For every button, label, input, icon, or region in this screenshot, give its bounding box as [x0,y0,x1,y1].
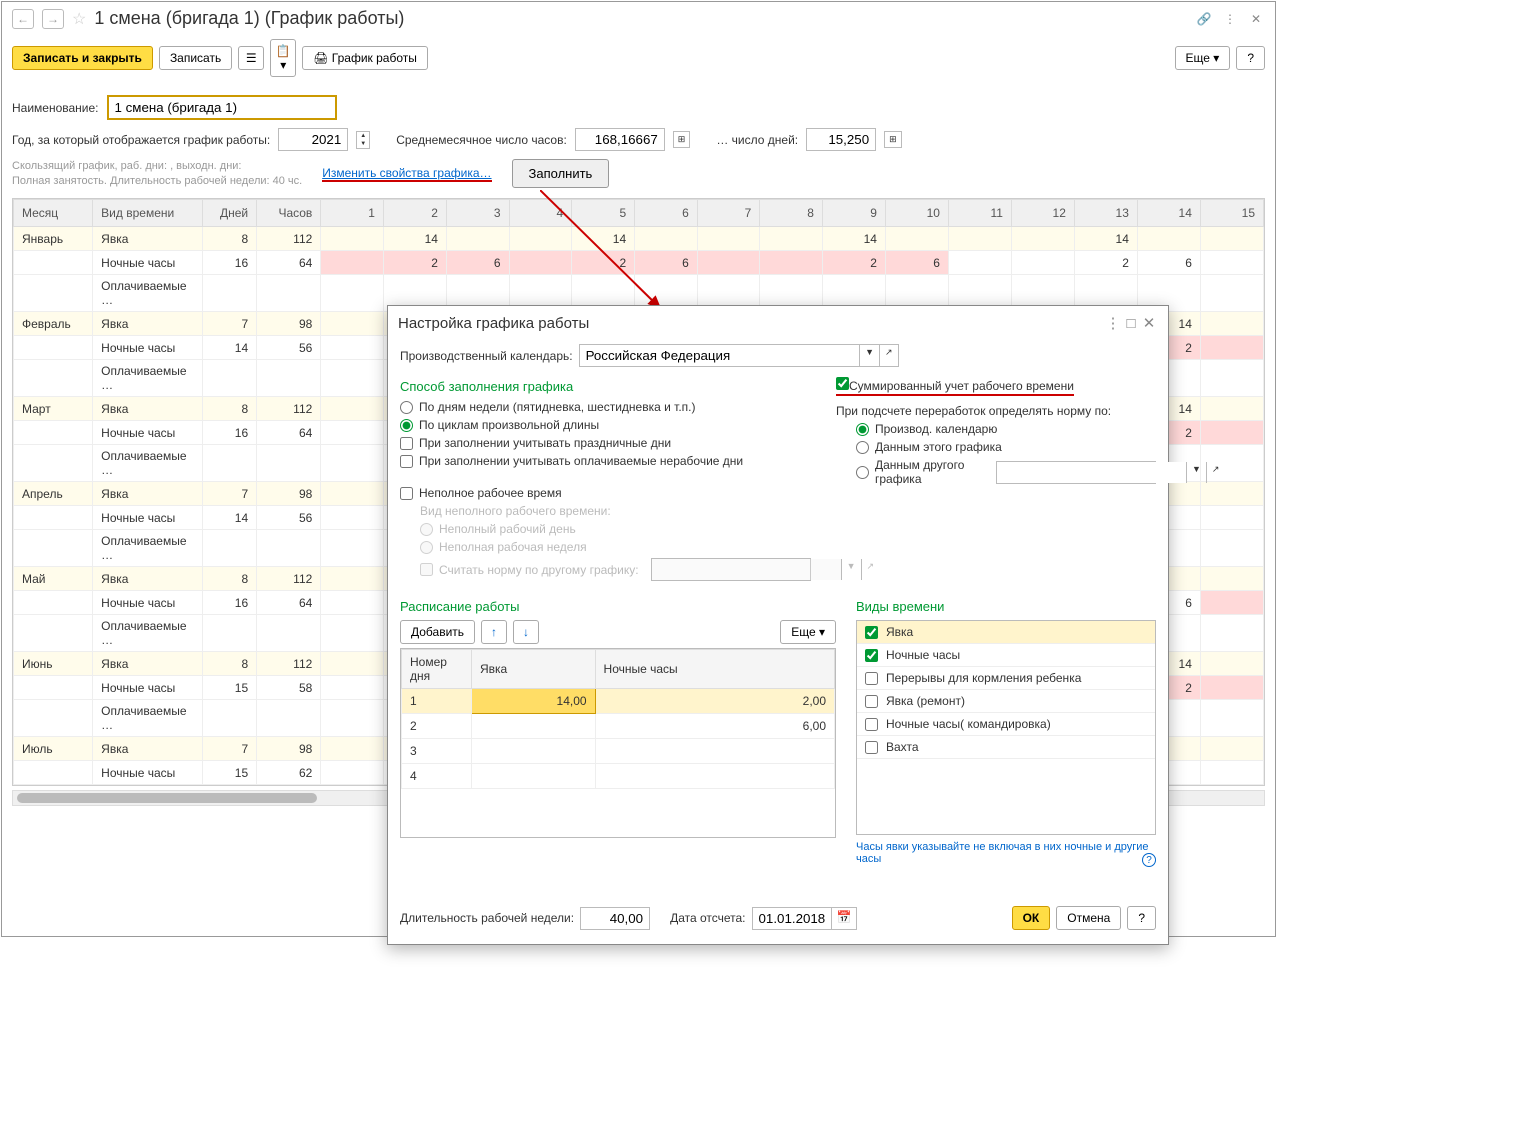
down-button[interactable]: ↓ [513,620,539,644]
save-button[interactable]: Записать [159,46,232,70]
parttime-kind-label: Вид неполного рабочего времени: [420,504,816,518]
add-button[interactable]: Добавить [400,620,475,644]
radio-other-sched[interactable] [856,466,869,479]
types-section-title: Виды времени [856,599,1156,614]
help-button[interactable]: ? [1236,46,1265,70]
radio-prod-cal[interactable] [856,423,869,436]
year-input[interactable] [278,128,348,151]
forward-button[interactable]: → [42,9,64,29]
close-icon[interactable]: ✕ [1247,10,1265,28]
dialog-help-button[interactable]: ? [1127,906,1156,930]
calc-icon[interactable]: ⊞ [673,131,691,148]
settings-dialog: Настройка графика работы ⋮ □ ✕ Производс… [387,305,1169,945]
hint-text: Часы явки указывайте не включая в них но… [856,841,1156,865]
check-paid-nonwork[interactable] [400,455,413,468]
dialog-max-icon[interactable]: □ [1122,314,1140,332]
name-label: Наименование: [12,101,99,115]
calendar-icon[interactable]: 📅 [831,908,857,929]
avg-days-input[interactable] [806,128,876,151]
titlebar: ← → ☆ 1 смена (бригада 1) (График работы… [2,2,1275,35]
ok-button[interactable]: ОК [1012,906,1051,930]
avg-days-label: … число дней: [716,133,798,147]
fill-button[interactable]: Заполнить [512,159,610,188]
more-button[interactable]: Еще ▾ [1175,46,1231,70]
calendar-select[interactable]: ▼ ↗ [579,344,899,367]
open-icon[interactable]: ↗ [879,345,898,366]
copy-icon[interactable]: 📋▾ [270,39,296,77]
week-len-input[interactable] [580,907,650,930]
save-close-button[interactable]: Записать и закрыть [12,46,153,70]
check-other-norm [420,563,433,576]
time-type-row[interactable]: Явка [857,621,1155,644]
menu-icon[interactable]: ⋮ [1221,10,1239,28]
list-icon[interactable]: ☰ [238,46,264,70]
norm-label: При подсчете переработок определять норм… [836,404,1156,418]
week-len-label: Длительность рабочей недели: [400,911,574,925]
radio-partweek [420,541,433,554]
start-date-input[interactable]: 📅 [752,907,858,930]
time-type-row[interactable]: Ночные часы [857,644,1155,667]
check-summarized[interactable] [836,377,849,390]
up-button[interactable]: ↑ [481,620,507,644]
radio-partday [420,523,433,536]
time-type-row[interactable]: Вахта [857,736,1155,759]
info-line-1: Скользящий график, раб. дни: , выходн. д… [12,159,302,173]
year-label: Год, за который отображается график рабо… [12,133,270,147]
avg-hours-input[interactable] [575,128,665,151]
chevron-down-icon[interactable]: ▼ [859,345,879,366]
check-parttime[interactable] [400,487,413,500]
radio-by-cycle[interactable] [400,419,413,432]
check-holidays[interactable] [400,437,413,450]
time-type-row[interactable]: Перерывы для кормления ребенка [857,667,1155,690]
toolbar: Записать и закрыть Записать ☰ 📋▾ 🖨 Графи… [2,35,1275,85]
link-icon[interactable]: 🔗 [1195,10,1213,28]
calc-icon-2[interactable]: ⊞ [884,131,902,148]
time-type-row[interactable]: Явка (ремонт) [857,690,1155,713]
change-props-link[interactable]: Изменить свойства графика… [322,166,491,182]
other-sched-select[interactable]: ▼↗ [996,461,1156,484]
dialog-title: Настройка графика работы [398,315,1104,332]
year-spinner[interactable]: ▲▼ [356,131,370,149]
cancel-button[interactable]: Отмена [1056,906,1121,930]
back-button[interactable]: ← [12,9,34,29]
start-date-label: Дата отсчета: [670,911,745,925]
schedule-more-button[interactable]: Еще ▾ [780,620,836,644]
time-type-row[interactable]: Ночные часы( командировка) [857,713,1155,736]
calendar-label: Производственный календарь: [400,349,573,363]
favorite-icon[interactable]: ☆ [72,9,86,29]
schedule-section-title: Расписание работы [400,599,836,614]
window-title: 1 смена (бригада 1) (График работы) [94,8,1187,29]
radio-this-sched[interactable] [856,441,869,454]
avg-hours-label: Среднемесячное число часов: [396,133,567,147]
dialog-close-icon[interactable]: ✕ [1140,314,1158,332]
info-line-2: Полная занятость. Длительность рабочей н… [12,174,302,188]
hint-icon[interactable]: ? [1142,853,1156,867]
fill-method-title: Способ заполнения графика [400,379,816,394]
dialog-menu-icon[interactable]: ⋮ [1104,314,1122,332]
schedule-button[interactable]: 🖨 График работы [302,46,428,70]
name-input[interactable] [107,95,337,120]
radio-by-week[interactable] [400,401,413,414]
